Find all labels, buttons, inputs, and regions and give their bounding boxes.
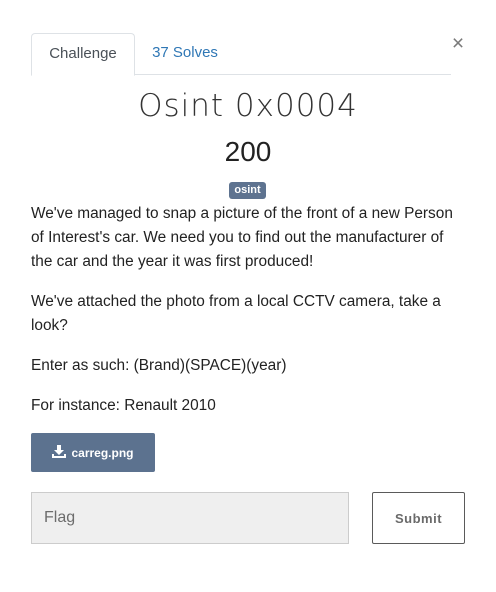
file-name: carreg.png <box>71 445 134 460</box>
tab-solves[interactable]: 37 Solves <box>151 33 219 73</box>
challenge-modal: × Challenge 37 Solves Osint 0x0004 200 o… <box>0 0 496 592</box>
download-file-button[interactable]: carreg.png <box>31 433 155 472</box>
submit-button[interactable]: Submit <box>372 492 465 544</box>
challenge-tag-badge: osint <box>229 182 266 199</box>
flag-input[interactable] <box>31 492 349 544</box>
challenge-value: 200 <box>224 136 272 167</box>
close-button[interactable]: × <box>448 33 468 55</box>
challenge-name: Osint 0x0004 <box>138 88 358 124</box>
challenge-tabs: Challenge 37 Solves <box>31 33 451 76</box>
description-paragraph: For instance: Renault 2010 <box>31 397 216 414</box>
download-icon <box>52 444 71 461</box>
tab-challenge[interactable]: Challenge <box>31 33 135 76</box>
description-paragraph: We've attached the photo from a local CC… <box>31 293 441 334</box>
challenge-description: We've managed to snap a picture of the f… <box>31 202 467 434</box>
description-paragraph: We've managed to snap a picture of the f… <box>31 205 453 270</box>
description-paragraph: Enter as such: (Brand)(SPACE)(year) <box>31 357 287 374</box>
